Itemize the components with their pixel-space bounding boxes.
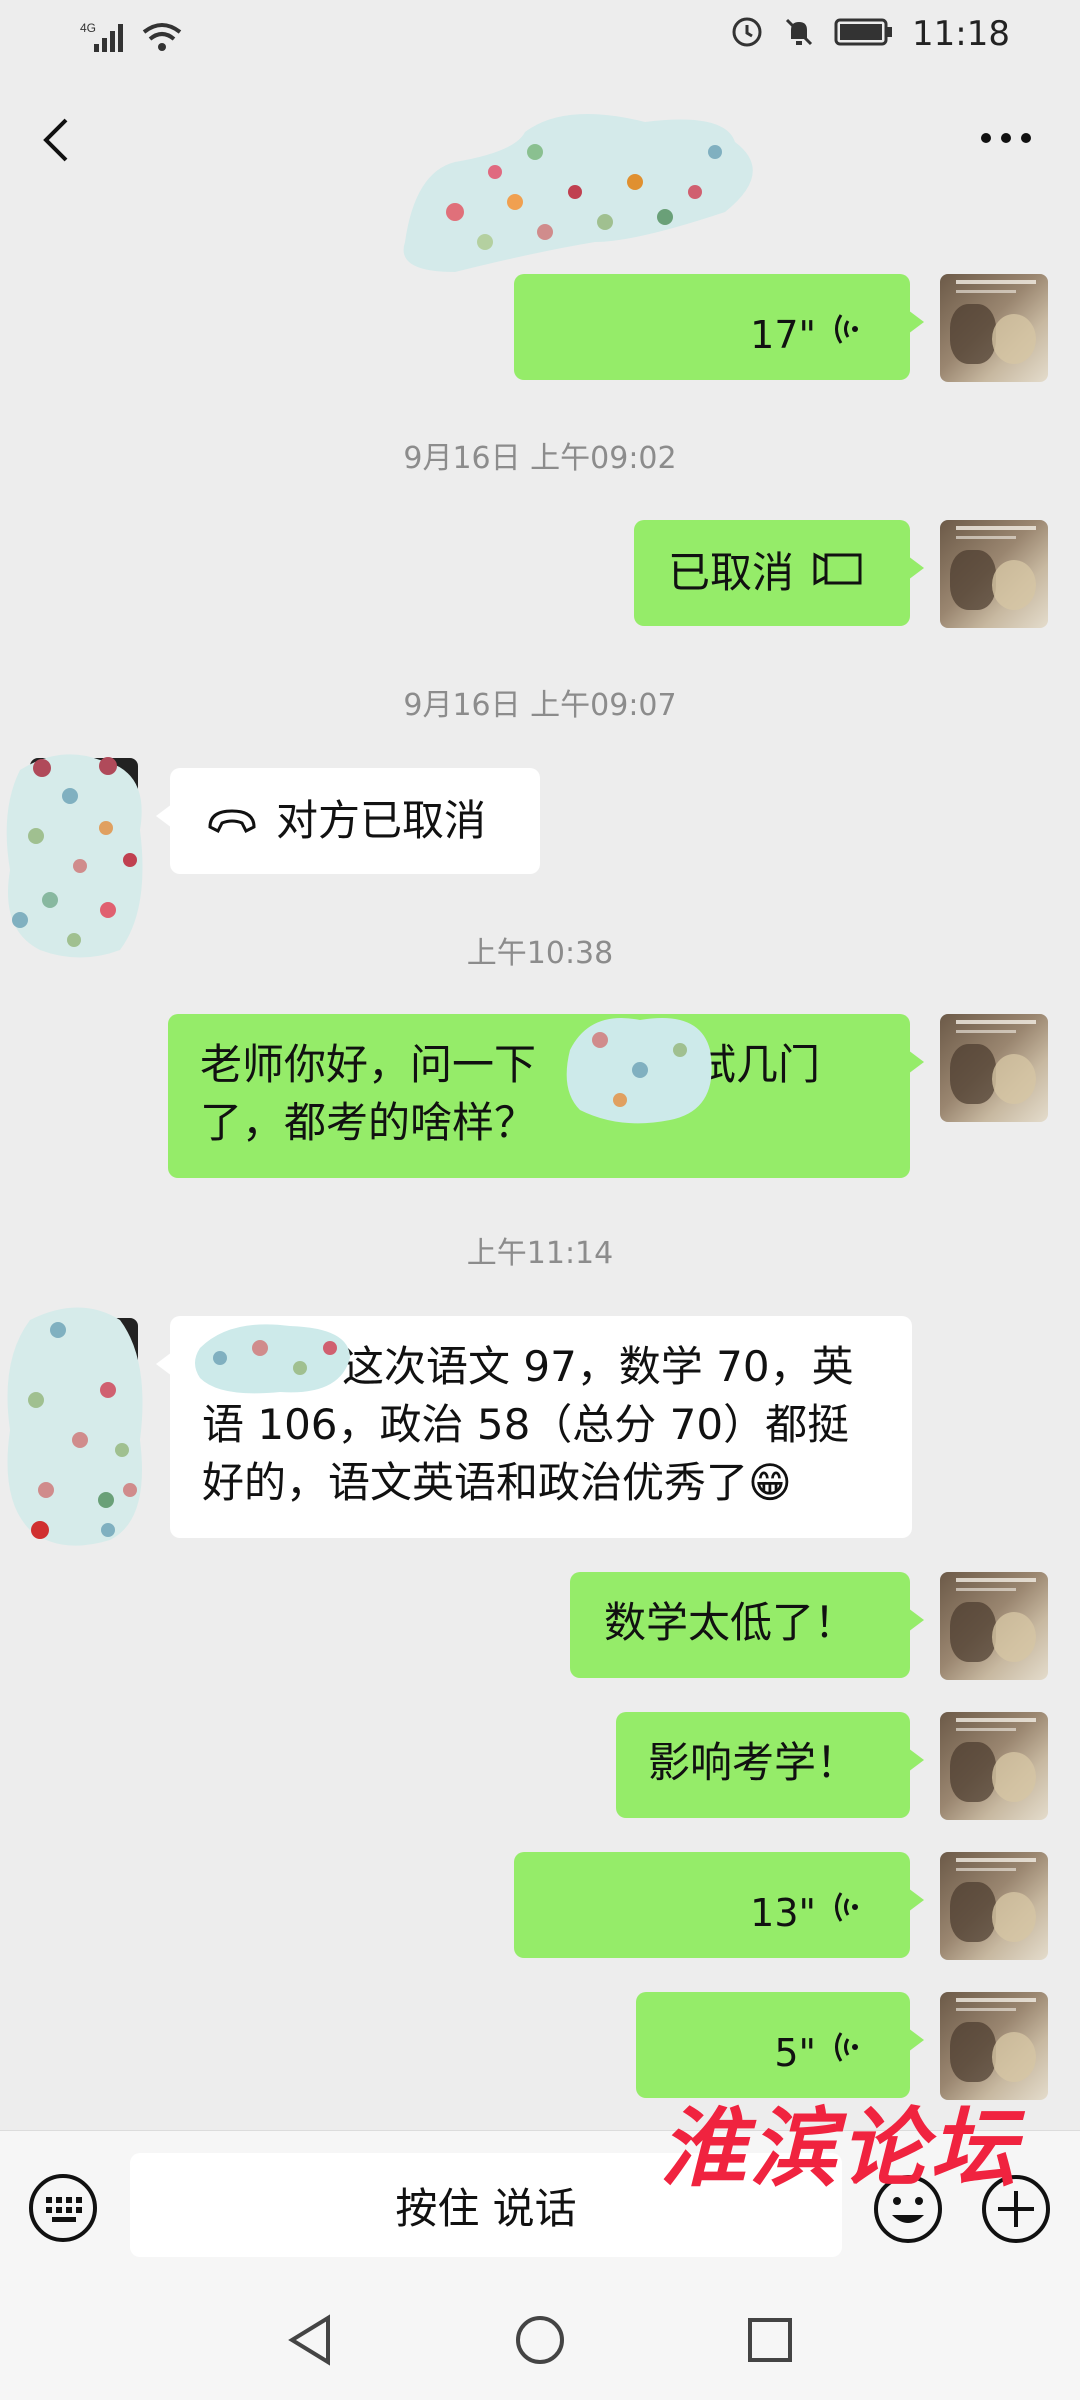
battery-icon	[834, 17, 894, 51]
timestamp: 上午11:14	[466, 1236, 614, 1271]
timestamp: 9月16日 上午09:02	[403, 441, 677, 476]
avatar-self[interactable]	[940, 520, 1048, 628]
message-voice-outgoing: 13"	[0, 1850, 1080, 1960]
svg-text:4G: 4G	[80, 21, 96, 35]
nav-recents-icon[interactable]	[742, 2310, 798, 2374]
system-navigation-bar	[0, 2280, 1080, 2400]
text-bubble[interactable]: 影响考学！	[616, 1712, 924, 1818]
redacted-contact-name	[403, 114, 753, 272]
message-text: 语 106，政治 58（总分 70）都挺	[202, 1400, 850, 1449]
call-bubble[interactable]: 对方已取消	[156, 768, 540, 874]
alarm-icon	[730, 15, 764, 53]
text-bubble[interactable]: 老师你好，问一下 考试几门 了，都考的啥样？	[168, 1014, 924, 1178]
voice-wave-icon	[830, 306, 860, 364]
message-text: 这次语文 97，数学 70，英	[342, 1342, 854, 1391]
nav-back-icon[interactable]	[282, 2310, 338, 2374]
voice-bubble[interactable]: 17"	[514, 274, 924, 380]
message-text: 了，都考的啥样？	[200, 1098, 537, 1147]
voice-wave-icon	[830, 2024, 860, 2082]
avatar-self[interactable]	[940, 1014, 1048, 1122]
call-status-text: 已取消	[668, 548, 795, 597]
mute-icon	[782, 15, 816, 53]
more-icon[interactable]	[976, 128, 1036, 148]
message-call-outgoing: 已取消	[0, 518, 1080, 628]
message-text: 老师你好，问一下	[200, 1040, 537, 1089]
timestamp: 上午10:38	[466, 936, 614, 971]
watermark-logo: 淮滨论坛	[660, 2098, 1020, 2199]
call-status-text: 对方已取消	[276, 796, 487, 845]
voice-duration: 5"	[774, 2031, 816, 2075]
keyboard-icon[interactable]	[28, 2173, 98, 2243]
redacted-text	[195, 1324, 350, 1394]
text-bubble[interactable]: 数学太低了！	[570, 1572, 924, 1678]
nav-home-icon[interactable]	[512, 2310, 568, 2374]
voice-bubble[interactable]: 13"	[514, 1852, 924, 1958]
wifi-icon	[140, 20, 184, 58]
avatar-self[interactable]	[940, 1852, 1048, 1960]
message-voice-outgoing: 17"	[0, 272, 1080, 382]
message-text-outgoing: 数学太低了！	[0, 1570, 1080, 1680]
video-call-icon	[812, 544, 864, 602]
message-text-incoming: 这次语文 97，数学 70，英 语 106，政治 58（总分 70）都挺 好的，…	[0, 1300, 1080, 1560]
avatar-self[interactable]	[940, 1712, 1048, 1820]
chat-header	[0, 72, 1080, 272]
message-text: 好的，语文英语和政治优秀了😁	[202, 1458, 792, 1507]
redacted-avatar[interactable]	[0, 1300, 170, 1560]
avatar-self[interactable]	[940, 274, 1048, 382]
hangup-icon	[206, 792, 258, 850]
voice-wave-icon	[830, 1884, 860, 1942]
timestamp: 9月16日 上午09:07	[403, 688, 677, 723]
redacted-text	[566, 1018, 712, 1124]
voice-duration: 13"	[750, 1891, 816, 1935]
message-text: 影响考学！	[648, 1738, 859, 1787]
message-text-outgoing: 影响考学！	[0, 1710, 1080, 1820]
call-bubble[interactable]: 已取消	[634, 520, 924, 626]
message-text: 数学太低了！	[604, 1598, 857, 1647]
status-bar: 4G 11:18	[0, 0, 1080, 72]
voice-duration: 17"	[750, 313, 816, 357]
back-icon[interactable]	[36, 110, 76, 170]
cellular-signal-icon: 4G	[80, 20, 130, 58]
status-time: 11:18	[912, 14, 1010, 54]
message-text-outgoing: 老师你好，问一下 考试几门 了，都考的啥样？	[0, 1010, 1080, 1180]
avatar-self[interactable]	[940, 1572, 1048, 1680]
